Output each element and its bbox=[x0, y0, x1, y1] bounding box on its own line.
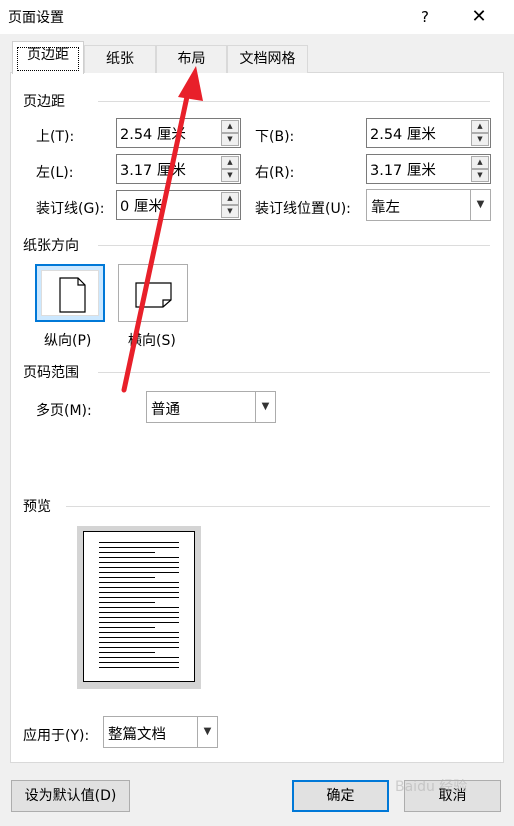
preview-text-line bbox=[99, 552, 155, 553]
preview-text-line bbox=[99, 557, 179, 558]
preview-text-line bbox=[99, 642, 179, 643]
preview-text-line bbox=[99, 572, 179, 573]
portrait-page-icon bbox=[59, 277, 86, 313]
preview-text-line bbox=[99, 547, 179, 548]
preview-text-line bbox=[99, 632, 179, 633]
chevron-down-icon: ▼ bbox=[255, 392, 275, 422]
left-margin-spinner[interactable]: 3.17 厘米 ▲ ▼ bbox=[116, 154, 241, 184]
portrait-inner bbox=[41, 270, 99, 316]
top-margin-spinner[interactable]: 2.54 厘米 ▲ ▼ bbox=[116, 118, 241, 148]
gutter-label: 装订线(G): bbox=[36, 201, 105, 217]
bottom-margin-label: 下(B): bbox=[255, 129, 295, 145]
right-margin-spinner[interactable]: 3.17 厘米 ▲ ▼ bbox=[366, 154, 491, 184]
portrait-label: 纵向(P) bbox=[44, 333, 92, 349]
spin-down-icon[interactable]: ▼ bbox=[221, 133, 239, 146]
landscape-label: 横向(S) bbox=[128, 333, 176, 349]
gutter-position-select[interactable]: 靠左 ▼ bbox=[366, 189, 491, 221]
margins-section-title: 页边距 bbox=[23, 91, 71, 111]
tab-label: 纸张 bbox=[106, 51, 134, 67]
tab-paper[interactable]: 纸张 bbox=[84, 45, 156, 73]
preview-text-line bbox=[99, 567, 179, 568]
pages-section-title: 页码范围 bbox=[23, 362, 85, 382]
preview-text-line bbox=[99, 667, 179, 668]
window-title: 页面设置 bbox=[8, 10, 64, 26]
spin-up-icon[interactable]: ▲ bbox=[221, 156, 239, 169]
gutter-spinner[interactable]: 0 厘米 ▲ ▼ bbox=[116, 190, 241, 220]
gutter-position-value: 靠左 bbox=[371, 200, 400, 216]
bottom-margin-spinner[interactable]: 2.54 厘米 ▲ ▼ bbox=[366, 118, 491, 148]
chevron-down-icon: ▼ bbox=[197, 717, 217, 747]
close-button[interactable]: ✕ bbox=[462, 4, 496, 30]
set-default-button[interactable]: 设为默认值(D) bbox=[11, 780, 130, 812]
apply-to-value: 整篇文档 bbox=[108, 727, 166, 743]
apply-to-select[interactable]: 整篇文档 ▼ bbox=[103, 716, 218, 748]
gutter-position-label: 装订线位置(U): bbox=[255, 201, 351, 217]
tab-layout[interactable]: 布局 bbox=[156, 45, 227, 73]
tab-document-grid[interactable]: 文档网格 bbox=[227, 45, 308, 73]
multiple-pages-label: 多页(M): bbox=[36, 403, 92, 419]
preview-text-line bbox=[99, 647, 179, 648]
preview-text-line bbox=[99, 617, 179, 618]
preview-text-line bbox=[99, 627, 155, 628]
preview-text-line bbox=[99, 607, 179, 608]
preview-text-line bbox=[99, 587, 179, 588]
landscape-page-icon bbox=[135, 282, 172, 308]
preview-page bbox=[83, 531, 195, 682]
spin-down-icon[interactable]: ▼ bbox=[471, 133, 489, 146]
right-margin-label: 右(R): bbox=[255, 165, 295, 181]
preview-text-line bbox=[99, 602, 155, 603]
spin-down-icon[interactable]: ▼ bbox=[221, 205, 239, 218]
orientation-section-title: 纸张方向 bbox=[23, 235, 85, 255]
tab-label: 布局 bbox=[177, 51, 206, 67]
preview-text-line bbox=[99, 612, 179, 613]
preview-text-line bbox=[99, 562, 179, 563]
left-margin-label: 左(L): bbox=[36, 165, 74, 181]
divider bbox=[98, 372, 490, 373]
top-margin-label: 上(T): bbox=[36, 129, 75, 145]
preview-text-line bbox=[99, 657, 179, 658]
spin-down-icon[interactable]: ▼ bbox=[471, 169, 489, 182]
bottom-margin-value: 2.54 厘米 bbox=[370, 127, 436, 143]
tab-label: 页边距 bbox=[27, 47, 69, 63]
tab-label: 文档网格 bbox=[239, 51, 296, 67]
tab-margins[interactable]: 页边距 bbox=[12, 41, 84, 74]
right-margin-value: 3.17 厘米 bbox=[370, 163, 436, 179]
spin-up-icon[interactable]: ▲ bbox=[471, 120, 489, 133]
spin-down-icon[interactable]: ▼ bbox=[221, 169, 239, 182]
multiple-pages-select[interactable]: 普通 ▼ bbox=[146, 391, 276, 423]
left-margin-value: 3.17 厘米 bbox=[120, 163, 186, 179]
spin-up-icon[interactable]: ▲ bbox=[471, 156, 489, 169]
portrait-option[interactable] bbox=[35, 264, 105, 322]
preview-text-line bbox=[99, 597, 179, 598]
divider bbox=[66, 506, 490, 507]
preview-text-line bbox=[99, 622, 179, 623]
preview-text-line bbox=[99, 582, 179, 583]
preview-text-line bbox=[99, 652, 155, 653]
apply-to-label: 应用于(Y): bbox=[23, 728, 90, 744]
baidu-watermark: Baidu 经验 bbox=[395, 779, 468, 795]
top-margin-value: 2.54 厘米 bbox=[120, 127, 186, 143]
landscape-option[interactable] bbox=[118, 264, 188, 322]
multiple-pages-value: 普通 bbox=[151, 402, 180, 418]
help-button[interactable]: ? bbox=[412, 4, 438, 30]
preview-text-line bbox=[99, 577, 155, 578]
preview-text-line bbox=[99, 662, 179, 663]
spin-up-icon[interactable]: ▲ bbox=[221, 192, 239, 205]
preview-text-line bbox=[99, 542, 179, 543]
preview-text-line bbox=[99, 637, 179, 638]
gutter-value: 0 厘米 bbox=[120, 199, 163, 215]
divider bbox=[98, 245, 490, 246]
chevron-down-icon: ▼ bbox=[470, 190, 490, 220]
preview-text-line bbox=[99, 592, 179, 593]
divider bbox=[98, 101, 490, 102]
spin-up-icon[interactable]: ▲ bbox=[221, 120, 239, 133]
preview-section-title: 预览 bbox=[23, 496, 57, 516]
ok-button[interactable]: 确定 bbox=[292, 780, 389, 812]
